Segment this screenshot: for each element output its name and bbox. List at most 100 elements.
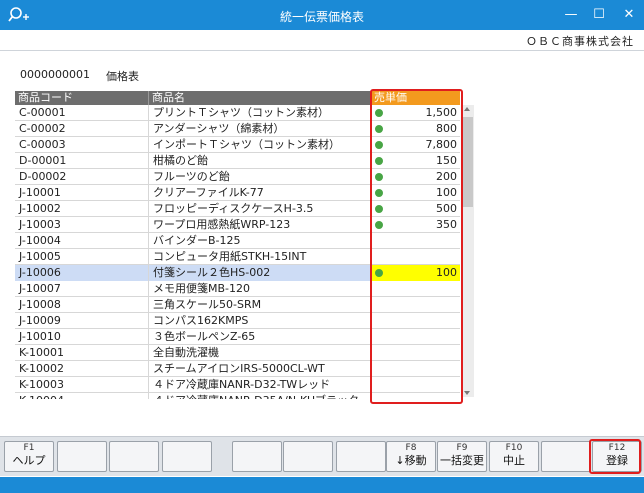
product-name-cell[interactable]: コンピュータ用紙STKH-15INT bbox=[149, 249, 371, 265]
unit-price-cell[interactable]: 800 bbox=[371, 121, 460, 137]
function-key-f6[interactable] bbox=[283, 441, 333, 472]
unit-price-cell[interactable] bbox=[371, 249, 460, 265]
table-row[interactable]: D-00001 柑橘のど飴 150 bbox=[15, 153, 460, 169]
product-code-cell[interactable]: K-10003 bbox=[15, 377, 149, 393]
function-key-f9[interactable]: F9 一括変更 bbox=[437, 441, 487, 472]
unit-price-cell[interactable]: 100 bbox=[371, 185, 460, 201]
product-name-cell[interactable]: フルーツのど飴 bbox=[149, 169, 371, 185]
product-code-cell[interactable]: J-10006 bbox=[15, 265, 149, 281]
function-key-f4[interactable] bbox=[162, 441, 212, 472]
product-name-cell[interactable]: クリアーファイルK-77 bbox=[149, 185, 371, 201]
product-code-cell[interactable]: J-10001 bbox=[15, 185, 149, 201]
column-header-name[interactable]: 商品名 bbox=[149, 91, 371, 105]
table-row[interactable]: J-10001 クリアーファイルK-77 100 bbox=[15, 185, 460, 201]
product-code-cell[interactable]: K-10002 bbox=[15, 361, 149, 377]
product-name-cell[interactable]: 付箋シール２色HS-002 bbox=[149, 265, 371, 281]
unit-price-cell[interactable]: 200 bbox=[371, 169, 460, 185]
table-row[interactable]: C-00001 プリントＴシャツ（コットン素材） 1,500 bbox=[15, 105, 460, 121]
table-row[interactable]: K-10003 ４ドア冷蔵庫NANR-D32-TWレッド bbox=[15, 377, 460, 393]
product-code-cell[interactable]: K-10004 bbox=[15, 393, 149, 399]
unit-price-cell[interactable] bbox=[371, 281, 460, 297]
status-ok-icon bbox=[375, 221, 383, 229]
unit-price-cell[interactable] bbox=[371, 393, 460, 399]
product-code-cell[interactable]: C-00002 bbox=[15, 121, 149, 137]
product-code-cell[interactable]: J-10004 bbox=[15, 233, 149, 249]
table-row[interactable]: J-10005 コンピュータ用紙STKH-15INT bbox=[15, 249, 460, 265]
unit-price-cell[interactable]: 7,800 bbox=[371, 137, 460, 153]
product-code-cell[interactable]: C-00003 bbox=[15, 137, 149, 153]
function-key-f8[interactable]: F8 ↓移動 bbox=[386, 441, 436, 472]
product-code-cell[interactable]: J-10008 bbox=[15, 297, 149, 313]
close-button[interactable]: ✕ bbox=[618, 4, 640, 26]
product-code-cell[interactable]: J-10003 bbox=[15, 217, 149, 233]
table-row[interactable]: J-10002 フロッピーディスクケースH-3.5 500 bbox=[15, 201, 460, 217]
unit-price-cell[interactable] bbox=[371, 377, 460, 393]
unit-price-cell[interactable] bbox=[371, 233, 460, 249]
product-name-cell[interactable]: プリントＴシャツ（コットン素材） bbox=[149, 105, 371, 121]
column-header-code[interactable]: 商品コード bbox=[15, 91, 149, 105]
function-key-f3[interactable] bbox=[109, 441, 159, 472]
unit-price-cell[interactable] bbox=[371, 361, 460, 377]
function-key-label: 中止 bbox=[503, 454, 525, 467]
scroll-thumb[interactable] bbox=[462, 117, 473, 207]
table-row[interactable]: D-00002 フルーツのど飴 200 bbox=[15, 169, 460, 185]
scroll-up-icon[interactable] bbox=[464, 107, 470, 111]
function-key-f5[interactable] bbox=[232, 441, 282, 472]
product-name-cell[interactable]: アンダーシャツ（綿素材） bbox=[149, 121, 371, 137]
product-name-cell[interactable]: スチームアイロンIRS-5000CL-WT bbox=[149, 361, 371, 377]
function-key-f7[interactable] bbox=[336, 441, 386, 472]
table-row[interactable]: K-10004４ドア冷蔵庫NANR-D35A/N-KUブラック bbox=[15, 393, 460, 399]
product-code-cell[interactable]: J-10010 bbox=[15, 329, 149, 345]
product-code-cell[interactable]: D-00001 bbox=[15, 153, 149, 169]
function-key-f11[interactable] bbox=[541, 441, 591, 472]
table-row[interactable]: J-10007 メモ用便箋MB-120 bbox=[15, 281, 460, 297]
product-code-cell[interactable]: C-00001 bbox=[15, 105, 149, 121]
table-row[interactable]: J-10006 付箋シール２色HS-002 100 bbox=[15, 265, 460, 281]
unit-price-cell[interactable] bbox=[371, 345, 460, 361]
product-code-cell[interactable]: D-00002 bbox=[15, 169, 149, 185]
column-header-price[interactable]: 売単価 bbox=[371, 91, 460, 105]
function-key-f10[interactable]: F10 中止 bbox=[489, 441, 539, 472]
unit-price-cell[interactable] bbox=[371, 313, 460, 329]
product-name-cell[interactable]: メモ用便箋MB-120 bbox=[149, 281, 371, 297]
table-row[interactable]: J-10004 バインダーB-125 bbox=[15, 233, 460, 249]
unit-price-cell[interactable]: 150 bbox=[371, 153, 460, 169]
product-code-cell[interactable]: J-10005 bbox=[15, 249, 149, 265]
table-row[interactable]: K-10001 全自動洗濯機 bbox=[15, 345, 460, 361]
unit-price-cell[interactable]: 500 bbox=[371, 201, 460, 217]
product-name-cell[interactable]: ４ドア冷蔵庫NANR-D32-TWレッド bbox=[149, 377, 371, 393]
product-name-cell[interactable]: ワープロ用感熱紙WRP-123 bbox=[149, 217, 371, 233]
function-key-f1[interactable]: F1 ヘルプ bbox=[4, 441, 54, 472]
table-scrollbar[interactable] bbox=[461, 105, 474, 397]
product-name-cell[interactable]: ４ドア冷蔵庫NANR-D35A/N-KUブラック bbox=[149, 393, 371, 399]
product-name-cell[interactable]: 三角スケール50-SRM bbox=[149, 297, 371, 313]
maximize-button[interactable]: ☐ bbox=[588, 4, 610, 26]
scroll-down-icon[interactable] bbox=[464, 391, 470, 395]
product-name-cell[interactable]: インポートＴシャツ（コットン素材） bbox=[149, 137, 371, 153]
product-name-cell[interactable]: コンパス162KMPS bbox=[149, 313, 371, 329]
function-key-f2[interactable] bbox=[57, 441, 107, 472]
unit-price-cell[interactable] bbox=[371, 329, 460, 345]
table-row[interactable]: C-00002 アンダーシャツ（綿素材） 800 bbox=[15, 121, 460, 137]
product-name-cell[interactable]: バインダーB-125 bbox=[149, 233, 371, 249]
minimize-button[interactable]: — bbox=[560, 4, 582, 26]
table-row[interactable]: J-10008 三角スケール50-SRM bbox=[15, 297, 460, 313]
unit-price-cell[interactable]: 100 bbox=[371, 265, 460, 281]
unit-price-cell[interactable]: 1,500 bbox=[371, 105, 460, 121]
unit-price-cell[interactable]: 350 bbox=[371, 217, 460, 233]
product-code-cell[interactable]: J-10009 bbox=[15, 313, 149, 329]
product-code-cell[interactable]: K-10001 bbox=[15, 345, 149, 361]
product-code-cell[interactable]: J-10002 bbox=[15, 201, 149, 217]
table-row[interactable]: J-10003 ワープロ用感熱紙WRP-123 350 bbox=[15, 217, 460, 233]
product-name-cell[interactable]: 柑橘のど飴 bbox=[149, 153, 371, 169]
product-name-cell[interactable]: 全自動洗濯機 bbox=[149, 345, 371, 361]
table-row[interactable]: J-10009 コンパス162KMPS bbox=[15, 313, 460, 329]
unit-price-cell[interactable] bbox=[371, 297, 460, 313]
table-row[interactable]: J-10010 ３色ボールペンZ-65 bbox=[15, 329, 460, 345]
function-key-f12[interactable]: F12 登録 bbox=[592, 441, 642, 472]
product-code-cell[interactable]: J-10007 bbox=[15, 281, 149, 297]
product-name-cell[interactable]: ３色ボールペンZ-65 bbox=[149, 329, 371, 345]
product-name-cell[interactable]: フロッピーディスクケースH-3.5 bbox=[149, 201, 371, 217]
table-row[interactable]: C-00003 インポートＴシャツ（コットン素材） 7,800 bbox=[15, 137, 460, 153]
table-row[interactable]: K-10002 スチームアイロンIRS-5000CL-WT bbox=[15, 361, 460, 377]
